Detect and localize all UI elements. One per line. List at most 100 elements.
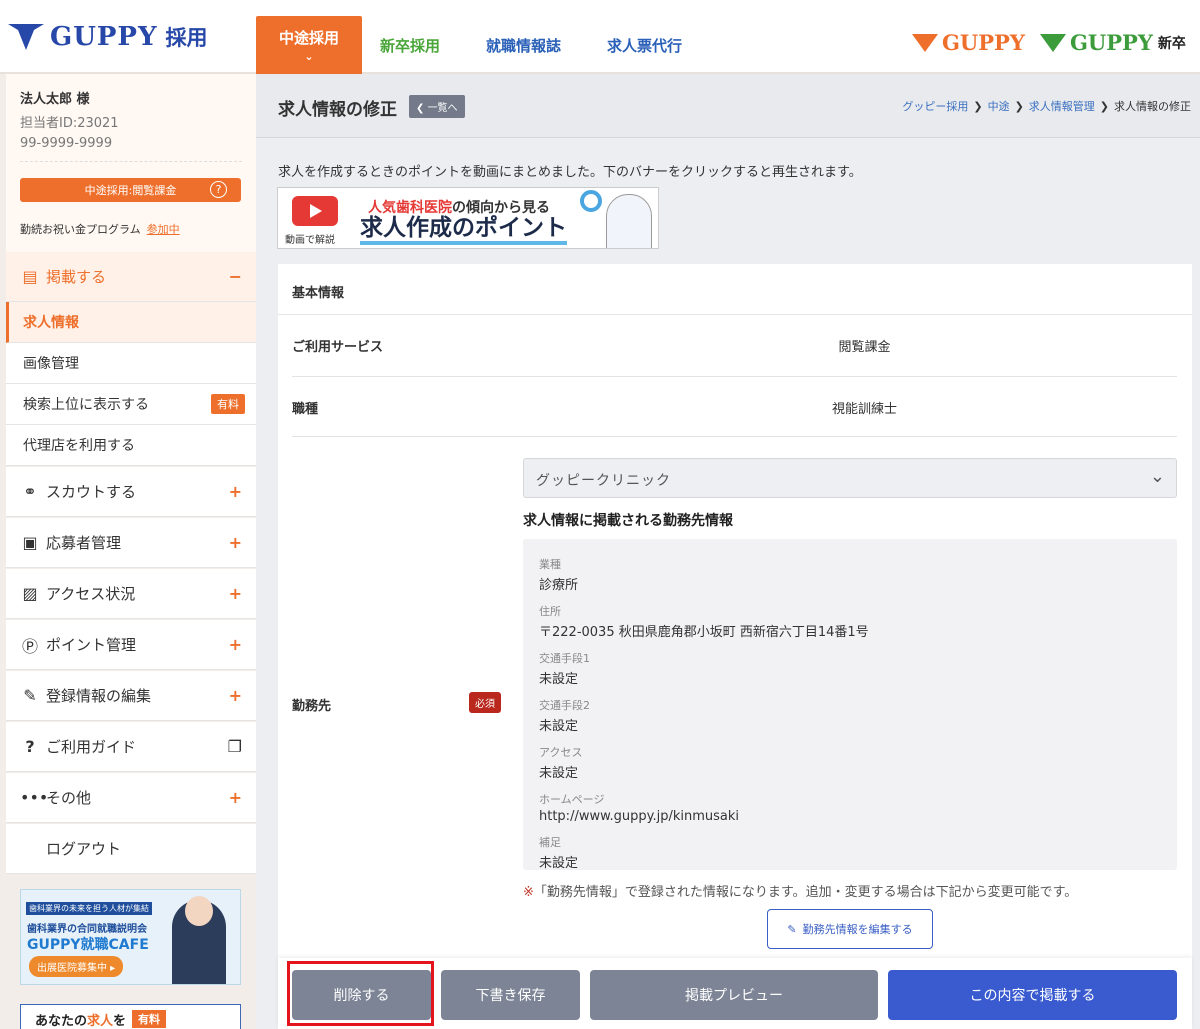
menu-logout-label: ログアウト bbox=[46, 840, 122, 858]
dots-icon: ••• bbox=[20, 788, 49, 807]
menu-points-label: ポイント管理 bbox=[46, 636, 137, 654]
save-draft-button[interactable]: 下書き保存 bbox=[441, 970, 580, 1020]
sidebar-item-agency[interactable]: 代理店を利用する bbox=[6, 425, 256, 466]
staff-id: 担当者ID:23021 bbox=[20, 116, 119, 131]
tab-job-posting-agency[interactable]: 求人票代行 bbox=[607, 16, 682, 74]
tab-job-magazine[interactable]: 就職情報誌 bbox=[486, 16, 561, 74]
guppy-orange-logo-icon bbox=[912, 33, 938, 52]
guppy-green-logo-text: GUPPY bbox=[1070, 30, 1153, 55]
cafe-banner-cta: 出展医院募集中 ▸ bbox=[29, 956, 124, 977]
menu-applicants[interactable]: ▣ 応募者管理 + bbox=[6, 518, 256, 568]
tab-new-grad[interactable]: 新卒採用 bbox=[380, 16, 440, 74]
field-key: ホームページ bbox=[539, 793, 605, 806]
menu-access[interactable]: ▨ アクセス状況 + bbox=[6, 569, 256, 619]
page-header: 求人情報の修正 ❮ 一覧へ グッピー採用 ❯ 中途 ❯ 求人情報管理 ❯ 求人情… bbox=[256, 74, 1200, 138]
field-value: 未設定 bbox=[539, 766, 579, 781]
document-icon: ▤ bbox=[22, 267, 38, 286]
expand-icon: + bbox=[228, 788, 242, 807]
cafe-banner-tag: 歯科業界の未来を担う人材が集結 bbox=[26, 902, 152, 915]
menu-edit-registration[interactable]: ✎ 登録情報の編集 + bbox=[6, 671, 256, 721]
highlight-box bbox=[287, 961, 434, 1026]
section-basic-info: 基本情報 bbox=[278, 264, 1192, 315]
chevron-down-icon: ⌄ bbox=[1149, 466, 1166, 487]
chevron-right-icon: ❯ bbox=[973, 99, 983, 113]
paid-badge: 有料 bbox=[211, 394, 245, 414]
menu-other[interactable]: ••• その他 + bbox=[6, 773, 256, 823]
guppy-new-grad-logo[interactable]: GUPPY 新卒 bbox=[1040, 30, 1186, 55]
magnifier-icon bbox=[580, 190, 602, 212]
field-value: 未設定 bbox=[539, 719, 579, 734]
note-text: 「勤務先情報」で登録された情報になります。追加・変更する場合は下記から変更可能で… bbox=[533, 885, 1078, 900]
tab-mid-career[interactable]: 中途採用 ⌄ bbox=[256, 16, 362, 74]
field-value: http://www.guppy.jp/kinmusaki bbox=[539, 809, 740, 824]
logo-sub: 採用 bbox=[165, 26, 208, 50]
workplace-info-box: 業種 診療所 住所 〒222-0035 秋田県鹿角郡小坂町 西新宿六丁目14番1… bbox=[523, 539, 1177, 871]
field-key: 補足 bbox=[539, 836, 561, 849]
breadcrumb-item-mid-career[interactable]: 中途 bbox=[988, 98, 1010, 114]
bonus-program: 勤続お祝い金プログラム 参加中 bbox=[20, 221, 180, 237]
plan-button-label: 中途採用:閲覧課金 bbox=[84, 184, 177, 197]
menu-other-label: その他 bbox=[46, 789, 92, 807]
menu-post[interactable]: ▤ 掲載する − bbox=[6, 252, 256, 302]
field-value: 〒222-0035 秋田県鹿角郡小坂町 西新宿六丁目14番1号 bbox=[539, 625, 869, 640]
sidebar-item-job-info[interactable]: 求人情報 bbox=[6, 302, 256, 343]
menu-guide[interactable]: ? ご利用ガイド ❐ bbox=[6, 722, 256, 772]
video-banner-line1: 人気歯科医院の傾向から見る bbox=[368, 197, 550, 217]
workplace-select-value: グッピークリニック bbox=[536, 473, 671, 489]
video-banner[interactable]: 動画で解説 人気歯科医院の傾向から見る 求人作成のポイント bbox=[277, 187, 659, 249]
guppy-green-logo-suffix: 新卒 bbox=[1157, 35, 1186, 52]
intro-text: 求人を作成するときのポイントを動画にまとめました。下のバナーをクリックすると再生… bbox=[278, 165, 862, 180]
user-name: 法人太郎 様 bbox=[20, 92, 90, 107]
search-boost-label: 検索上位に表示する bbox=[23, 397, 149, 413]
paid-job-banner[interactable]: あなたの 求人を 有料 bbox=[20, 1004, 241, 1029]
breadcrumb-item-current: 求人情報の修正 bbox=[1114, 100, 1191, 113]
expand-icon: + bbox=[228, 686, 242, 705]
program-label: 勤続お祝い金プログラム bbox=[20, 223, 141, 236]
plan-button[interactable]: 中途採用:閲覧課金 ? bbox=[20, 178, 241, 202]
paid-banner-suffix: を bbox=[113, 1013, 127, 1029]
field-key: 交通手段2 bbox=[539, 699, 590, 712]
workplace-select[interactable]: グッピークリニック ⌄ bbox=[523, 458, 1177, 498]
menu-logout[interactable]: ログアウト bbox=[6, 824, 256, 874]
guppy-logo-icon bbox=[8, 24, 44, 50]
paid-banner-prefix: あなたの bbox=[35, 1013, 88, 1029]
publish-button[interactable]: この内容で掲載する bbox=[888, 970, 1177, 1020]
back-to-list-button[interactable]: ❮ 一覧へ bbox=[409, 95, 465, 118]
breadcrumb: グッピー採用 ❯ 中途 ❯ 求人情報管理 ❯ 求人情報の修正 bbox=[902, 98, 1191, 114]
edit-workplace-label: 勤務先情報を編集する bbox=[802, 923, 913, 936]
expand-icon: + bbox=[228, 584, 242, 603]
sidebar: 法人太郎 様 担当者ID:23021 99-9999-9999 中途採用:閲覧課… bbox=[0, 74, 256, 1029]
pencil-icon: ✎ bbox=[23, 686, 37, 705]
guppy-logo[interactable]: GUPPY 採用 bbox=[8, 22, 208, 52]
edit-workplace-button[interactable]: ✎ 勤務先情報を編集する bbox=[767, 909, 933, 949]
logo-text: GUPPY bbox=[50, 22, 158, 52]
program-status-link[interactable]: 参加中 bbox=[147, 223, 180, 236]
chevron-right-icon: ❯ bbox=[1014, 99, 1024, 113]
pencil-icon: ✎ bbox=[787, 922, 797, 936]
field-key: アクセス bbox=[539, 746, 583, 759]
chevron-right-icon: ❯ bbox=[1099, 99, 1109, 113]
guppy-green-logo-icon bbox=[1040, 33, 1066, 52]
paid-banner-tag: 有料 bbox=[132, 1010, 167, 1028]
video-caption: 動画で解説 bbox=[285, 235, 335, 246]
job-type-value: 視能訓練士 bbox=[831, 402, 897, 417]
point-icon: Ⓟ bbox=[21, 636, 38, 656]
service-value: 閲覧課金 bbox=[838, 340, 891, 355]
guppy-cafe-banner[interactable]: 歯科業界の未来を担う人材が集結 歯科業界の合同就職説明会 GUPPY就職CAFE… bbox=[20, 889, 241, 985]
job-type-row: 職種 視能訓練士 bbox=[292, 377, 1177, 437]
preview-button[interactable]: 掲載プレビュー bbox=[590, 970, 878, 1020]
video-banner-line2: 求人作成のポイント bbox=[360, 215, 567, 245]
expand-icon: + bbox=[228, 635, 242, 654]
menu-scout[interactable]: ⚭ スカウトする + bbox=[6, 467, 256, 517]
chevron-left-icon: ❮ bbox=[416, 103, 428, 114]
phone-number: 99-9999-9999 bbox=[20, 136, 113, 151]
help-icon[interactable]: ? bbox=[210, 181, 227, 198]
menu-edit-registration-label: 登録情報の編集 bbox=[46, 687, 152, 705]
sidebar-item-search-boost[interactable]: 検索上位に表示する 有料 bbox=[6, 384, 256, 425]
breadcrumb-item-job-management[interactable]: 求人情報管理 bbox=[1029, 98, 1095, 114]
menu-points[interactable]: Ⓟ ポイント管理 + bbox=[6, 620, 256, 670]
sidebar-item-image-management[interactable]: 画像管理 bbox=[6, 343, 256, 384]
menu-access-label: アクセス状況 bbox=[46, 585, 136, 603]
guppy-orange-logo[interactable]: GUPPY bbox=[912, 30, 1025, 55]
breadcrumb-item-top[interactable]: グッピー採用 bbox=[902, 98, 968, 114]
